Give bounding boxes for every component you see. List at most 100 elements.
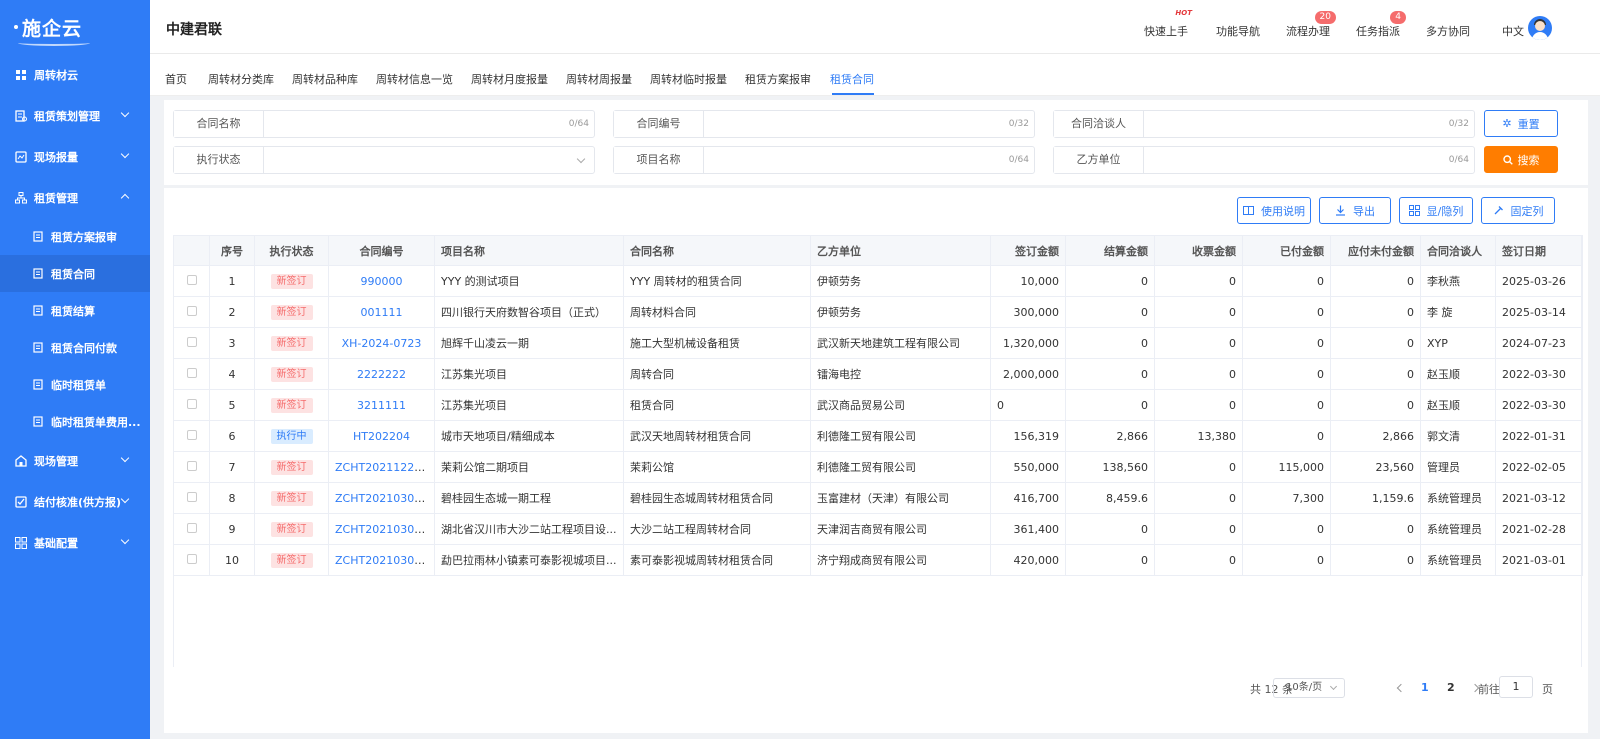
sidebar-subitem-lease-contract-payment[interactable]: 租赁合同付款 [0,329,150,366]
sidebar-subitem-temp-lease-order[interactable]: 临时租赁单 [0,366,150,403]
quick-start-link[interactable]: 快速上手 HOT [1144,9,1192,39]
tab-monthly-report[interactable]: 周转材月度报量 [471,71,548,87]
collaboration-link[interactable]: 多方协同 [1426,23,1470,39]
goto-page-input[interactable]: 1 [1499,676,1533,698]
avatar[interactable] [1528,16,1552,40]
contract-code-link[interactable]: 2222222 [328,358,435,390]
contract-code-link[interactable]: ZCHT2021030367 [328,482,435,514]
sidebar-item-basic-config[interactable]: 基础配置 [0,522,150,563]
row-checkbox[interactable] [186,491,197,502]
header-link-label: 快速上手 [1144,25,1188,38]
toggle-columns-button[interactable]: 显/隐列 [1399,197,1473,224]
table-row[interactable]: 8 新签订 ZCHT2021030367 碧桂园生态城一期工程 碧桂园生态城周转… [173,482,1583,514]
field-label: 合同编号 [614,111,704,137]
contract-code-link[interactable]: 990000 [328,265,435,297]
workflow-link[interactable]: 流程办理 20 [1286,11,1336,39]
contract-code-link[interactable]: HT202204 [328,420,435,452]
row-checkbox[interactable] [186,367,197,378]
row-checkbox[interactable] [186,553,197,564]
status-select[interactable]: 执行状态 [173,146,595,174]
row-checkbox[interactable] [186,305,197,316]
negotiator: 赵玉顺 [1420,358,1496,390]
tab-home[interactable]: 首页 [165,71,187,87]
contract-code-link[interactable]: XH-2024-0723 [328,327,435,359]
table-row[interactable]: 7 新签订 ZCHT2021122378 茉莉公馆二期项目 茉莉公馆 利德隆工贸… [173,451,1583,483]
project-name-field[interactable]: 项目名称 0/64 [613,146,1035,174]
row-checkbox-cell [173,358,210,390]
contract-code-link[interactable]: ZCHT2021030366 [328,513,435,545]
unpaid-amount: 0 [1330,513,1421,545]
tab-temp-report[interactable]: 周转材临时报量 [650,71,727,87]
sidebar-item-site-report[interactable]: 现场报量 [0,136,150,177]
contract-code-link[interactable]: ZCHT2021030365 [328,544,435,576]
contract-code-text: ZCHT2021030367 [335,491,435,505]
table-row[interactable]: 9 新签订 ZCHT2021030366 湖北省汉川市大沙二站工程项目设... … [173,513,1583,545]
field-label: 执行状态 [174,147,264,173]
row-checkbox[interactable] [186,336,197,347]
contract-code-text: ZCHT2021122378 [335,460,435,474]
sidebar-item-lease-planning[interactable]: 租赁策划管理 [0,95,150,136]
party-b-field[interactable]: 乙方单位 0/64 [1053,146,1475,174]
tab-weekly-report[interactable]: 周转材周报量 [566,71,632,87]
contract-code-link[interactable]: ZCHT2021122378 [328,451,435,483]
table-row[interactable]: 1 新签订 990000 YYY 的测试项目 YYY 周转材的租赁合同 伊顿劳务… [173,265,1583,297]
table-row[interactable]: 3 新签订 XH-2024-0723 旭辉千山凌云一期 施工大型机械设备租赁 武… [173,327,1583,359]
export-button[interactable]: 导出 [1319,197,1391,224]
table-row[interactable]: 5 新签订 3211111 江苏集光项目 租赁合同 武汉商品贸易公司 0 0 0… [173,389,1583,421]
table-row[interactable]: 4 新签订 2222222 江苏集光项目 周转合同 镭海电控 2,000,000… [173,358,1583,390]
row-checkbox[interactable] [186,522,197,533]
table-row[interactable]: 2 新签订 001111 四川银行天府数智谷项目（正式） 周转材料合同 伊顿劳务… [173,296,1583,328]
fix-columns-button[interactable]: 固定列 [1481,197,1555,224]
contract-code-link[interactable]: 001111 [328,296,435,328]
tab-lease-plan-review[interactable]: 租赁方案报审 [745,71,811,87]
negotiator-field[interactable]: 合同洽谈人 0/32 [1053,110,1475,138]
tab-category-lib[interactable]: 周转材分类库 [208,71,274,87]
task-assign-link[interactable]: 任务指派 4 [1356,11,1406,39]
contract-no-field[interactable]: 合同编号 0/32 [613,110,1035,138]
site-icon [15,454,27,467]
search-button[interactable]: 搜索 [1484,146,1558,173]
row-checkbox[interactable] [186,460,197,471]
page-2-button[interactable]: 2 [1447,681,1455,694]
page-size-select[interactable]: 10条/页 [1273,678,1345,698]
sidebar-subitem-lease-settlement[interactable]: 租赁结算 [0,292,150,329]
tab-info-overview[interactable]: 周转材信息一览 [376,71,453,87]
sidebar-subitem-temp-lease-fee[interactable]: 临时租赁单费用... [0,403,150,440]
sidebar-item-payment-approval[interactable]: 结付核准(供方报) [0,481,150,522]
sidebar-subitem-lease-plan-review[interactable]: 租赁方案报审 [0,218,150,255]
reset-button[interactable]: ✲ 重置 [1484,110,1558,137]
row-no: 1 [209,265,255,297]
status-badge: 新签订 [270,366,313,382]
negotiator: 系统管理员 [1420,513,1496,545]
sidebar-subitem-lease-contract[interactable]: 租赁合同 [0,255,150,292]
top-header: 中建君联 快速上手 HOT 功能导航 流程办理 20 任务指派 4 多方协同 中… [150,0,1600,54]
contract-code-text: 3211111 [357,398,406,412]
contract-name-field[interactable]: 合同名称 0/64 [173,110,595,138]
prev-page-icon[interactable] [1396,683,1406,693]
sidebar-item-turnover-cloud[interactable]: 周转材云 [0,54,150,95]
invoiced-amount: 0 [1154,327,1243,359]
sidebar-item-lease-management[interactable]: 租赁管理 [0,177,150,218]
col-header: 收票金额 [1154,235,1243,266]
contract-name: 碧桂园生态城周转材租赁合同 [623,482,811,514]
row-checkbox[interactable] [186,274,197,285]
table-row[interactable]: 6 执行中 HT202204 城市天地项目/精细成本 武汉天地周转材租赁合同 利… [173,420,1583,452]
settled-amount: 0 [1065,389,1155,421]
table-row[interactable]: 10 新签订 ZCHT2021030365 勐巴拉雨林小镇素可泰影视城项目...… [173,544,1583,576]
unpaid-amount: 0 [1330,389,1421,421]
char-count: 0/64 [1448,155,1469,165]
tab-variety-lib[interactable]: 周转材品种库 [292,71,358,87]
contract-code-link[interactable]: 3211111 [328,389,435,421]
row-checkbox[interactable] [186,398,197,409]
page-1-button[interactable]: 1 [1421,681,1429,694]
sidebar-item-site-management[interactable]: 现场管理 [0,440,150,481]
function-nav-link[interactable]: 功能导航 [1216,23,1260,39]
search-icon [1502,154,1513,165]
row-checkbox[interactable] [186,429,197,440]
signed-amount: 2,000,000 [990,358,1066,390]
help-button[interactable]: 使用说明 [1237,197,1311,224]
tab-lease-contract[interactable]: 租赁合同 [830,71,874,87]
help-label: 使用说明 [1261,204,1305,218]
row-checkbox-cell [173,327,210,359]
signed-amount: 1,320,000 [990,327,1066,359]
